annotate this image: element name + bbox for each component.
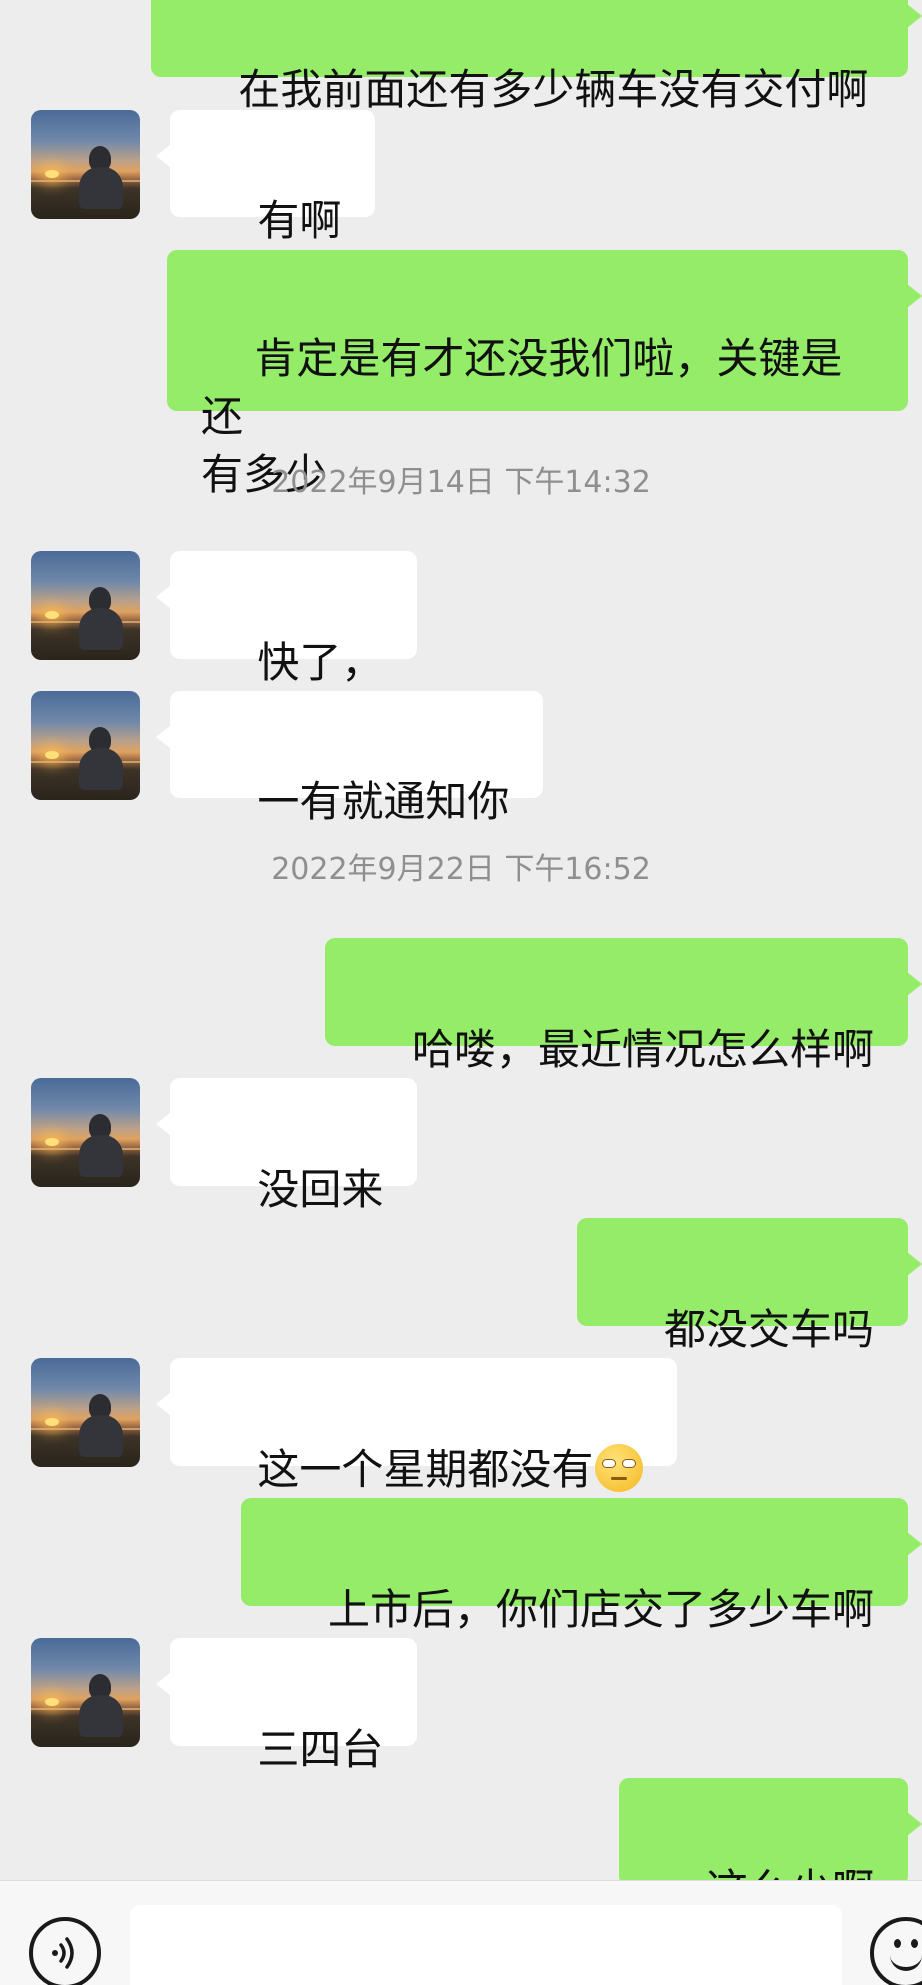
contact-avatar[interactable]	[31, 551, 140, 660]
voice-waves-icon	[52, 1937, 74, 1969]
chat-message-list[interactable]: 在我前面还有多少辆车没有交付啊 有啊 肯定是有才还没我们啦，关键是还 有多少 2…	[0, 0, 922, 1880]
contact-avatar[interactable]	[31, 1638, 140, 1747]
message-text: 三四台	[257, 1725, 384, 1774]
chat-timestamp: 2022年9月22日 下午16:52	[271, 852, 651, 887]
message-text: 上市后，你们店交了多少车啊	[327, 1585, 874, 1634]
message-text: 一有就通知你	[257, 777, 510, 826]
message-text-input[interactable]	[130, 1905, 842, 1985]
sent-message-bubble[interactable]: 都没交车吗	[576, 1218, 922, 1354]
received-message-bubble[interactable]: 有啊	[155, 110, 376, 245]
contact-avatar[interactable]	[31, 691, 140, 800]
message-text: 哈喽，最近情况怎么样啊	[411, 1025, 874, 1074]
sent-message-bubble[interactable]: 上市后，你们店交了多少车啊	[240, 1498, 922, 1634]
contact-avatar[interactable]	[31, 1078, 140, 1187]
voice-icon[interactable]	[29, 1917, 101, 1985]
received-message-bubble[interactable]: 这一个星期都没有	[155, 1358, 678, 1494]
emoji-icon[interactable]	[870, 1917, 922, 1985]
sent-message-bubble[interactable]: 在我前面还有多少辆车没有交付啊	[151, 0, 922, 114]
eye-roll-emoji-icon	[595, 1444, 644, 1492]
message-text: 没回来	[257, 1165, 384, 1214]
sent-message-bubble[interactable]: 肯定是有才还没我们啦，关键是还 有多少	[167, 250, 922, 499]
message-input-bar	[0, 1880, 922, 1985]
contact-avatar[interactable]	[31, 110, 140, 219]
message-text: 快了，	[257, 638, 384, 687]
message-text: 都没交车吗	[663, 1305, 874, 1354]
contact-avatar[interactable]	[31, 1358, 140, 1467]
message-text: 这么少啊	[706, 1865, 874, 1880]
sent-message-bubble[interactable]: 这么少啊	[618, 1778, 922, 1880]
message-text: 有啊	[257, 196, 342, 245]
message-text: 这一个星期都没有	[257, 1445, 594, 1494]
received-message-bubble[interactable]: 三四台	[155, 1638, 418, 1774]
chat-timestamp: 2022年9月14日 下午14:32	[271, 465, 651, 500]
sent-message-bubble[interactable]: 哈喽，最近情况怎么样啊	[324, 938, 922, 1074]
received-message-bubble[interactable]: 快了，	[155, 551, 418, 687]
received-message-bubble[interactable]: 没回来	[155, 1078, 418, 1214]
message-text: 在我前面还有多少辆车没有交付啊	[238, 65, 869, 114]
received-message-bubble[interactable]: 一有就通知你	[155, 691, 544, 826]
